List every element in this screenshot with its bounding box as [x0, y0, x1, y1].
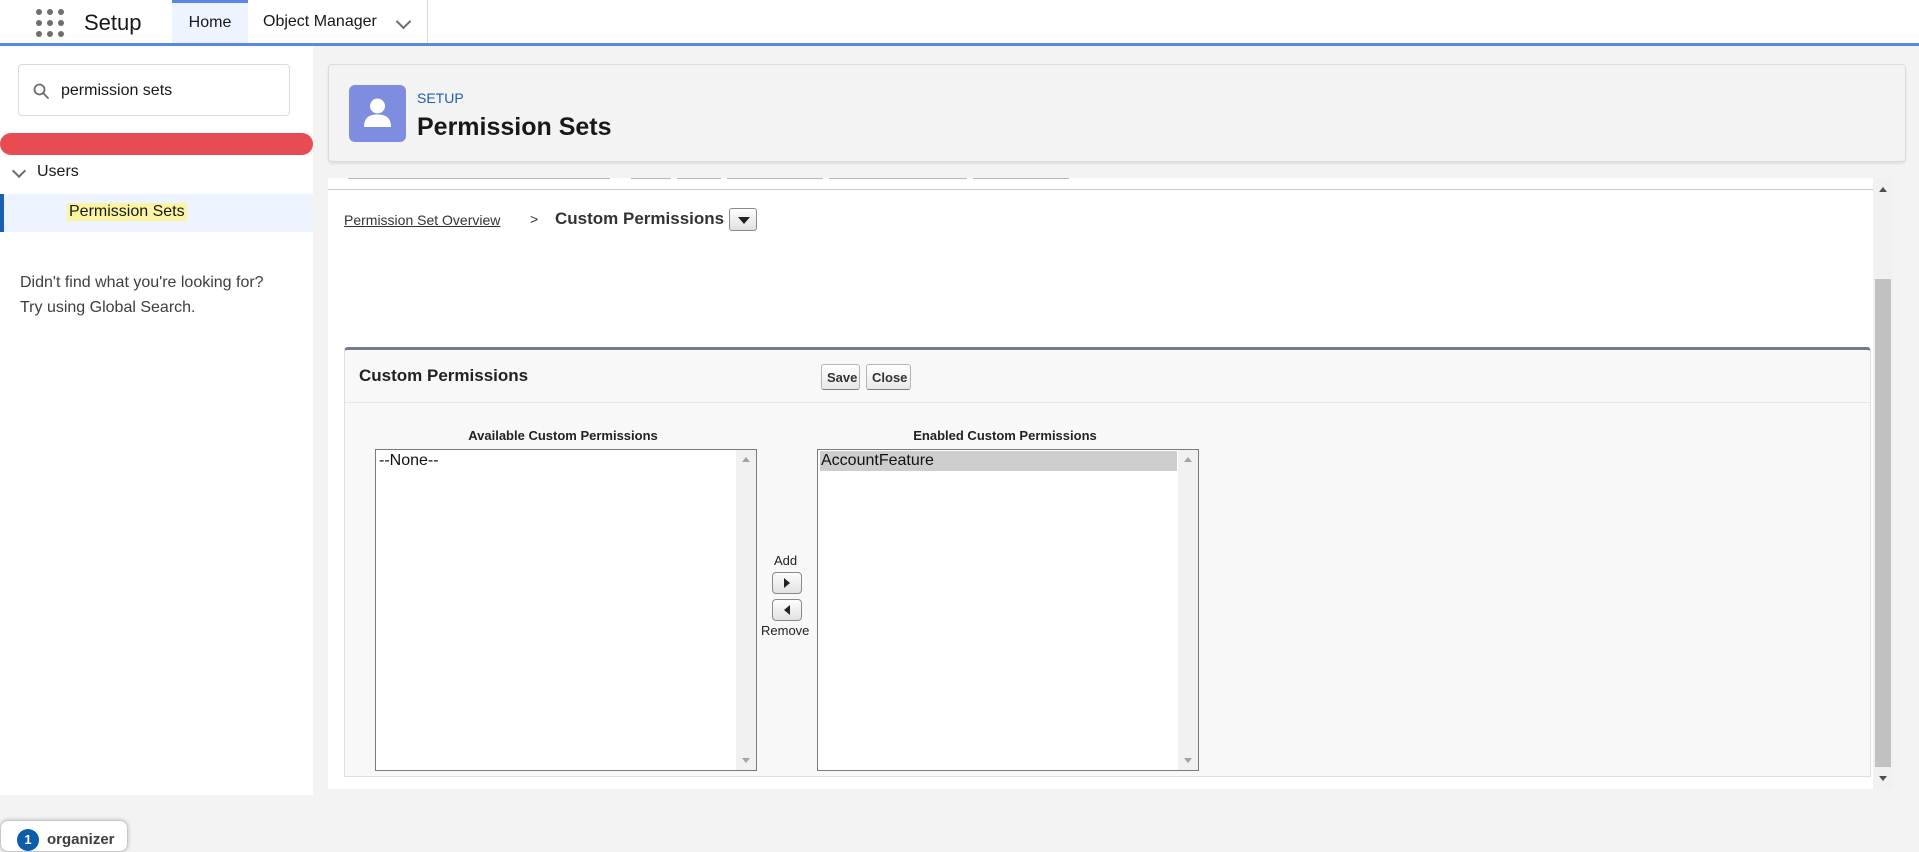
page-header: SETUP Permission Sets — [328, 64, 1906, 162]
quick-find-help: Didn't find what you're looking for? Try… — [20, 270, 310, 320]
scroll-up-icon[interactable] — [742, 457, 750, 462]
remove-label: Remove — [761, 623, 810, 638]
scroll-down-icon[interactable] — [1879, 776, 1887, 781]
panel-header: Custom Permissions Save Close — [345, 350, 1870, 403]
breadcrumb-separator: > — [530, 211, 539, 227]
add-label: Add — [774, 553, 798, 568]
available-permissions-list[interactable]: --None-- — [375, 449, 757, 771]
tree-item-permission-sets[interactable]: Permission Sets — [0, 194, 313, 232]
available-list-label: Available Custom Permissions — [468, 428, 658, 443]
list-option[interactable]: AccountFeature — [820, 451, 1177, 471]
page-title: Permission Sets — [417, 113, 612, 141]
scroll-down-icon[interactable] — [1184, 758, 1192, 763]
user-icon — [349, 85, 406, 142]
panel-title: Custom Permissions — [359, 366, 529, 385]
breadcrumb-link-overview[interactable]: Permission Set Overview — [344, 212, 500, 228]
frame-scrollbar[interactable] — [1873, 178, 1893, 789]
organizer-extension-badge[interactable]: 1 organizer — [0, 820, 128, 852]
scroll-up-icon[interactable] — [1879, 187, 1887, 192]
remove-arrow-button[interactable] — [772, 599, 802, 621]
chevron-down-icon[interactable] — [395, 13, 412, 30]
alert-bar — [0, 133, 313, 155]
tab-object-manager-label: Object Manager — [263, 13, 377, 30]
tree-node-users-label: Users — [37, 163, 79, 180]
save-button[interactable]: Save — [821, 364, 860, 390]
tab-home[interactable]: Home — [172, 0, 248, 43]
add-arrow-button[interactable] — [772, 572, 802, 594]
help-text-line: Didn't find what you're looking for? — [20, 274, 264, 291]
chevron-down-icon[interactable] — [11, 163, 27, 179]
organizer-label: organizer — [47, 831, 115, 848]
scroll-down-icon[interactable] — [742, 758, 750, 763]
page-eyebrow: SETUP — [417, 90, 464, 106]
organizer-logo-icon: 1 — [17, 829, 39, 851]
close-button[interactable]: Close — [866, 364, 911, 390]
enabled-list-label: Enabled Custom Permissions — [913, 428, 1097, 443]
breadcrumb-dropdown-button[interactable] — [729, 208, 757, 231]
app-launcher-icon[interactable] — [36, 9, 64, 37]
scroll-up-icon[interactable] — [1184, 457, 1192, 462]
clipped-toolbar — [328, 178, 1873, 190]
tab-home-label: Home — [188, 14, 232, 31]
scrollbar-thumb[interactable] — [1875, 279, 1891, 767]
quick-find-input[interactable] — [59, 79, 283, 103]
global-header: Setup Home Object Manager — [0, 0, 1919, 46]
tree-node-users[interactable]: Users — [0, 159, 313, 187]
content-frame: Permission Set Overview > Custom Permiss… — [328, 178, 1893, 789]
setup-sidebar: Users Permission Sets Didn't find what y… — [0, 46, 313, 852]
search-icon — [33, 83, 49, 99]
custom-permissions-panel: Custom Permissions Save Close Available … — [344, 347, 1871, 777]
tab-object-manager[interactable]: Object Manager — [248, 0, 428, 43]
scrollbar[interactable] — [1178, 450, 1198, 770]
breadcrumb-current: Custom Permissions — [555, 209, 725, 228]
quick-find-box[interactable] — [18, 64, 290, 116]
list-option[interactable]: --None-- — [378, 451, 735, 471]
help-text-line: Try using Global Search. — [20, 299, 196, 316]
scrollbar[interactable] — [736, 450, 756, 770]
app-name: Setup — [84, 10, 142, 35]
enabled-permissions-list[interactable]: AccountFeature — [817, 449, 1199, 771]
tree-item-permission-sets-label: Permission Sets — [67, 203, 187, 221]
